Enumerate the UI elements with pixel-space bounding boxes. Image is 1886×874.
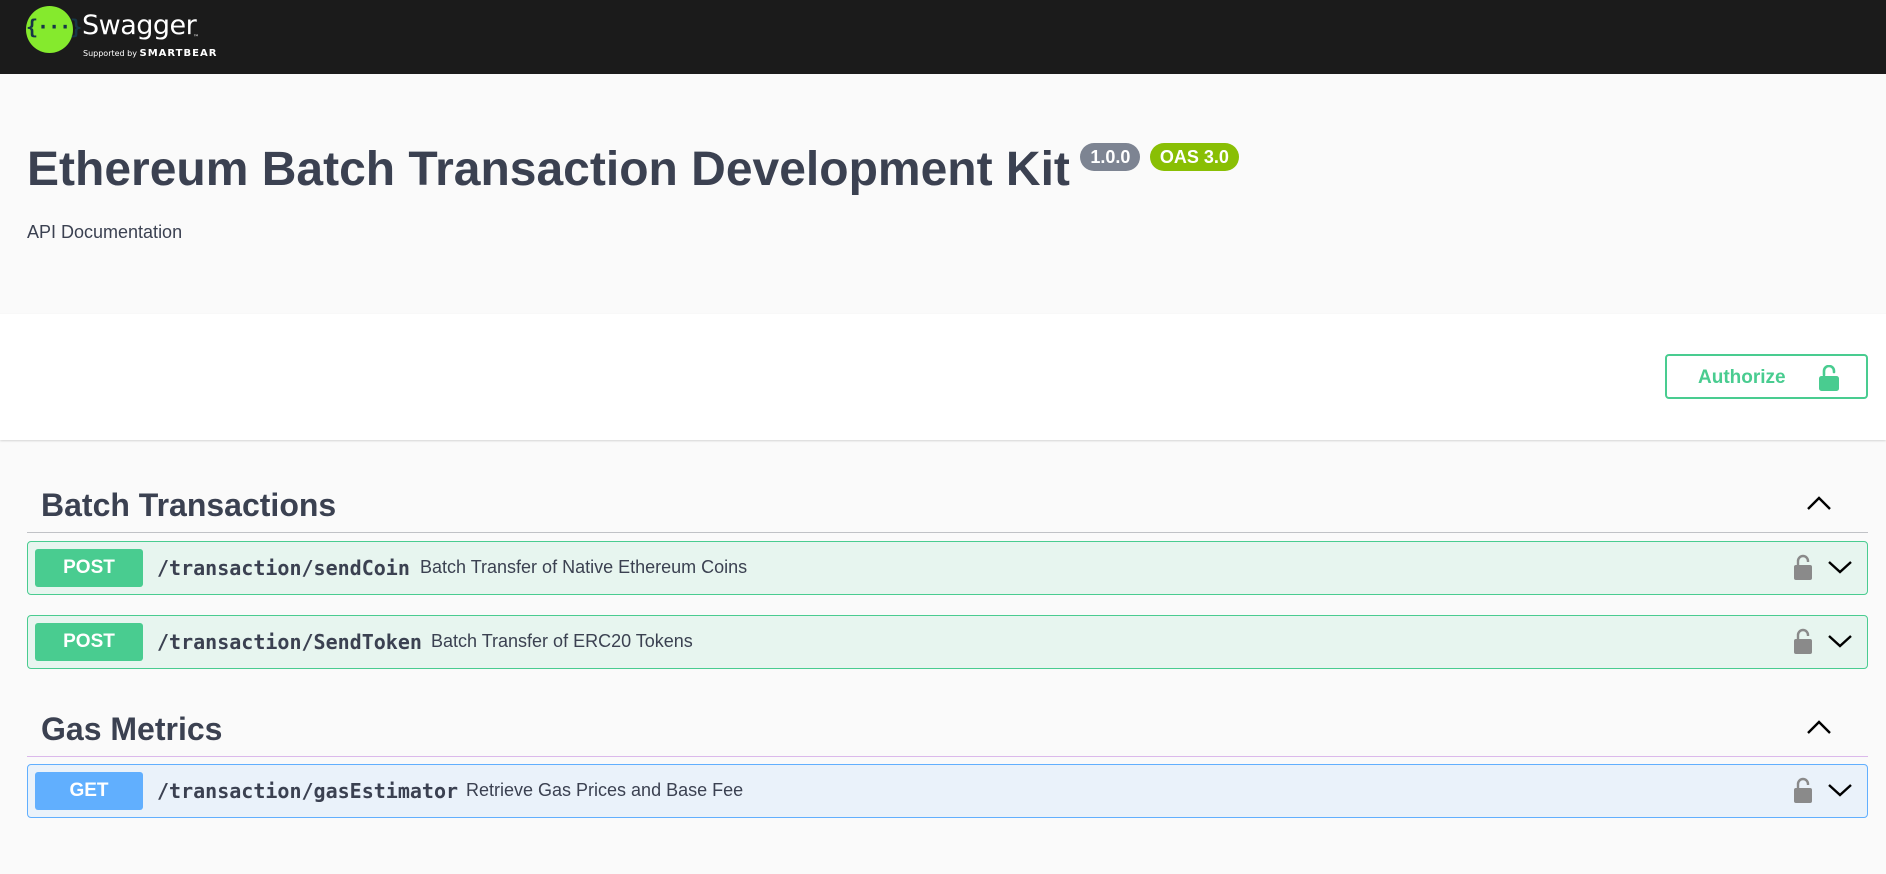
operation-row[interactable]: POST /transaction/sendCoin Batch Transfe… xyxy=(27,541,1868,595)
chevron-up-icon[interactable] xyxy=(1805,491,1833,515)
tag-section-header[interactable]: Gas Metrics xyxy=(27,697,1868,757)
oas-badge: OAS 3.0 xyxy=(1149,143,1239,171)
unlocked-lock-icon xyxy=(1819,365,1839,391)
tag-title: Gas Metrics xyxy=(41,711,223,747)
version-badge: 1.0.0 xyxy=(1080,143,1141,171)
operation-summary: Retrieve Gas Prices and Base Fee xyxy=(466,780,744,800)
chevron-down-icon[interactable] xyxy=(1827,631,1853,651)
lock-icon[interactable] xyxy=(1793,777,1813,803)
authorize-button[interactable]: Authorize xyxy=(1665,354,1868,399)
operation-summary: Batch Transfer of ERC20 Tokens xyxy=(431,631,693,651)
method-badge: POST xyxy=(35,549,143,587)
tag-section-header[interactable]: Batch Transactions xyxy=(27,473,1868,533)
logo-support-text: Supported by SMARTBEAR xyxy=(83,48,217,59)
operation-path: /transaction/SendToken xyxy=(157,630,422,654)
chevron-down-icon[interactable] xyxy=(1827,780,1853,800)
operation-path: /transaction/gasEstimator xyxy=(157,779,459,803)
method-badge: GET xyxy=(35,772,143,810)
logo-glyph: {···} xyxy=(26,15,82,39)
logo-name: Swagger xyxy=(82,10,197,41)
support-brand: SMARTBEAR xyxy=(139,48,218,59)
swagger-logo[interactable]: {···} Swagger ™ Supported by SMARTBEAR xyxy=(26,6,226,66)
operation-row[interactable]: POST /transaction/SendToken Batch Transf… xyxy=(27,615,1868,669)
operation-summary: Batch Transfer of Native Ethereum Coins xyxy=(420,557,748,577)
support-prefix: Supported by xyxy=(83,49,137,58)
page-title: Ethereum Batch Transaction Development K… xyxy=(27,143,1070,196)
authorize-label: Authorize xyxy=(1698,367,1786,388)
chevron-down-icon[interactable] xyxy=(1827,557,1853,577)
tag-title: Batch Transactions xyxy=(41,487,337,523)
swagger-logo-icon: {···} xyxy=(26,6,82,53)
lock-icon[interactable] xyxy=(1793,554,1813,580)
info-title-row: Ethereum Batch Transaction Development K… xyxy=(27,140,1239,200)
topbar: {···} Swagger ™ Supported by SMARTBEAR xyxy=(0,0,1886,74)
scheme-container: Authorize xyxy=(0,314,1886,440)
operation-path: /transaction/sendCoin xyxy=(157,556,410,580)
method-badge: POST xyxy=(35,623,143,661)
operation-row[interactable]: GET /transaction/gasEstimator Retrieve G… xyxy=(27,764,1868,818)
api-description: API Documentation xyxy=(27,222,183,242)
logo-trademark: ™ xyxy=(193,34,199,41)
lock-icon[interactable] xyxy=(1793,628,1813,654)
chevron-up-icon[interactable] xyxy=(1805,715,1833,739)
